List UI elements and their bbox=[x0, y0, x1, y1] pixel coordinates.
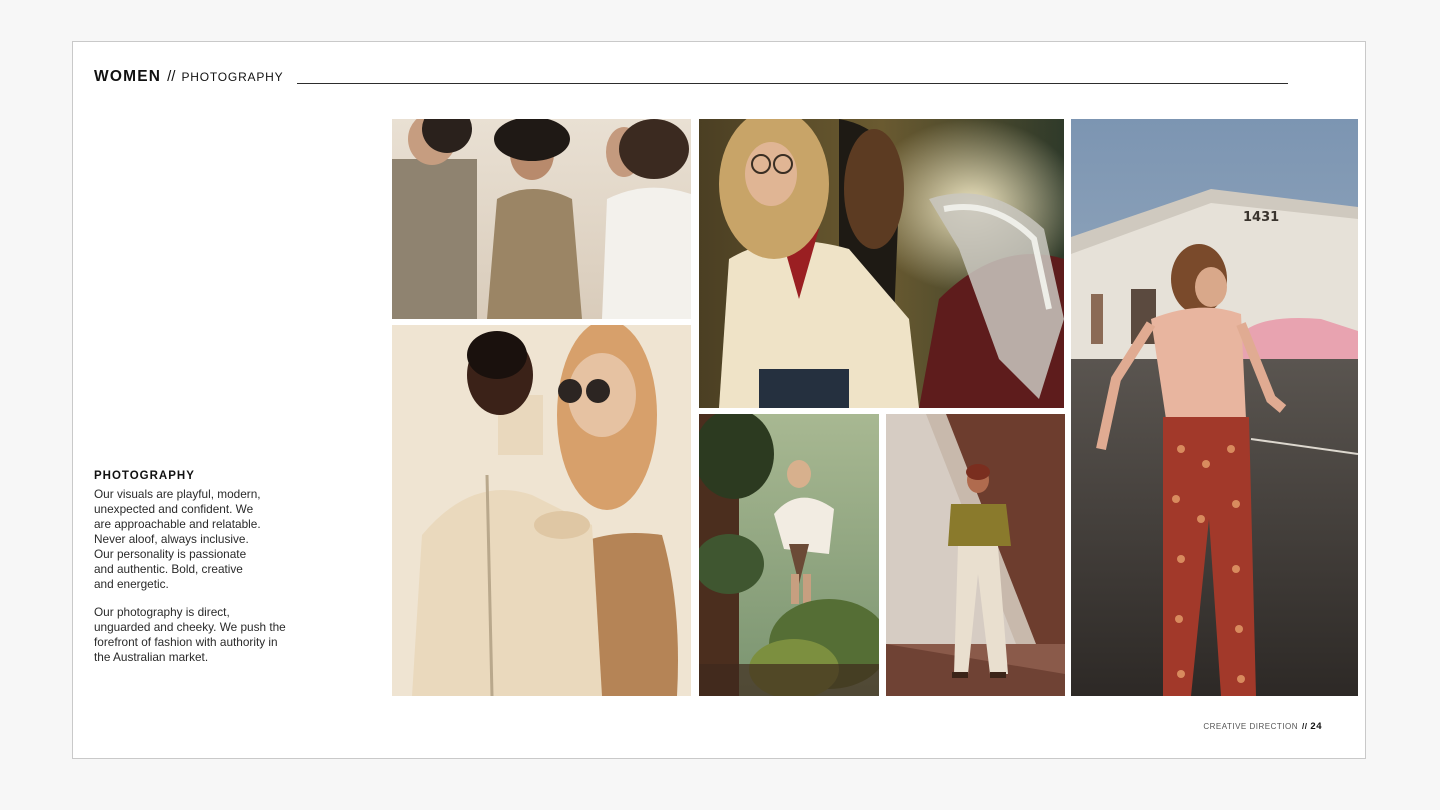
brand-guide-page: WOMEN // PHOTOGRAPHY PHOTOGRAPHY Our vis… bbox=[72, 41, 1366, 759]
section-title: WOMEN bbox=[94, 68, 162, 85]
building-number: 1431 bbox=[1243, 210, 1279, 225]
page-number: 24 bbox=[1310, 721, 1322, 732]
photo-street-run: 1431 bbox=[1071, 119, 1358, 696]
photo-three-women-beach bbox=[392, 119, 691, 319]
footer-separator: // bbox=[1301, 722, 1308, 731]
photo-vintage-car bbox=[699, 119, 1064, 408]
page-header: WOMEN // PHOTOGRAPHY bbox=[94, 68, 283, 86]
photo-piggyback-water bbox=[699, 414, 879, 696]
photo-green-sweater bbox=[886, 414, 1065, 696]
description-paragraph-1: Our visuals are playful, modern, unexpec… bbox=[94, 487, 261, 591]
header-rule bbox=[297, 83, 1288, 84]
description-heading: PHOTOGRAPHY bbox=[94, 470, 195, 482]
header-separator: // bbox=[167, 68, 176, 85]
section-subtitle: PHOTOGRAPHY bbox=[181, 70, 284, 84]
footer-label: CREATIVE DIRECTION bbox=[1203, 722, 1298, 731]
photography-description: PHOTOGRAPHY Our visuals are playful, mod… bbox=[94, 469, 309, 665]
page-footer: CREATIVE DIRECTION//24 bbox=[1203, 721, 1322, 732]
photo-coats-duo bbox=[392, 325, 691, 696]
description-paragraph-2: Our photography is direct, unguarded and… bbox=[94, 605, 286, 664]
